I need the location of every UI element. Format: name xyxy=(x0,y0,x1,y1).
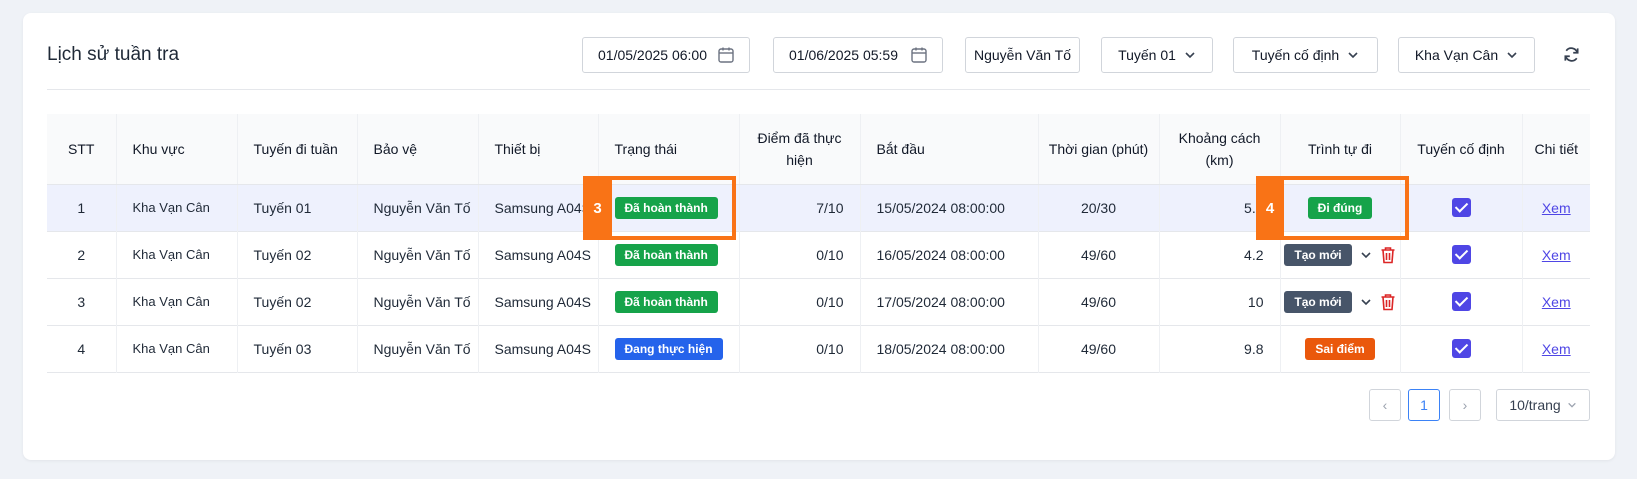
cell-start: 16/05/2024 08:00:00 xyxy=(860,231,1039,278)
header-area: Khu vực xyxy=(116,114,238,185)
sequence-badge[interactable]: Tạo mới xyxy=(1284,243,1352,266)
header-divider xyxy=(47,89,1590,90)
cell-distance: 10 xyxy=(1159,278,1281,325)
cell-points: 7/10 xyxy=(739,184,861,231)
cell-points: 0/10 xyxy=(739,278,861,325)
cell-device: Samsung A04S xyxy=(478,231,599,278)
cell-area: Kha Vạn Cân xyxy=(116,231,238,278)
annotation-label: 4 xyxy=(1256,176,1284,240)
cell-route: Tuyến 03 xyxy=(237,325,358,372)
header-fixed: Tuyến cố định xyxy=(1400,114,1523,185)
route-type-value: Tuyến cố định xyxy=(1251,47,1340,63)
refresh-icon[interactable] xyxy=(1562,45,1581,64)
detail-link[interactable]: Xem xyxy=(1542,200,1571,216)
header-detail: Chi tiết xyxy=(1522,114,1590,185)
cell-device: Samsung A04S xyxy=(478,325,599,372)
calendar-icon xyxy=(911,47,927,63)
cell-start: 15/05/2024 08:00:00 xyxy=(860,184,1039,231)
cell-area: Kha Vạn Cân xyxy=(116,325,238,372)
pagination-next-button[interactable]: › xyxy=(1449,389,1481,421)
trash-icon[interactable] xyxy=(1380,293,1396,311)
date-from-picker[interactable]: 01/05/2025 06:00 xyxy=(582,37,750,73)
cell-stt: 1 xyxy=(47,184,117,231)
guard-filter-value: Nguyễn Văn Tố xyxy=(973,47,1072,63)
pagination-prev-button[interactable]: ‹ xyxy=(1369,389,1401,421)
cell-area: Kha Vạn Cân xyxy=(116,184,238,231)
cell-route: Tuyến 02 xyxy=(237,231,358,278)
cell-area: Kha Vạn Cân xyxy=(116,278,238,325)
header-sequence: Trình tự đi xyxy=(1280,114,1401,185)
header-route: Tuyến đi tuần xyxy=(237,114,358,185)
route-dropdown-value: Tuyến 01 xyxy=(1118,47,1176,63)
cell-route: Tuyến 02 xyxy=(237,278,358,325)
route-dropdown[interactable]: Tuyến 01 xyxy=(1101,37,1213,73)
status-badge: Đã hoàn thành xyxy=(614,243,718,266)
date-to-picker[interactable]: 01/06/2025 05:59 xyxy=(773,37,943,73)
page-size-select[interactable]: 10/trang xyxy=(1496,389,1590,421)
cell-route: Tuyến 01 xyxy=(237,184,358,231)
page-title: Lịch sử tuần tra xyxy=(47,44,180,65)
cell-guard: Nguyễn Văn Tố xyxy=(357,184,479,231)
chevron-down-icon[interactable] xyxy=(1360,249,1372,261)
chevron-down-icon xyxy=(1567,402,1576,408)
header-time: Thời gian (phút) xyxy=(1038,114,1160,185)
cell-time: 20/30 xyxy=(1038,184,1160,231)
cell-guard: Nguyễn Văn Tố xyxy=(357,278,479,325)
route-type-dropdown[interactable]: Tuyến cố định xyxy=(1233,37,1378,73)
date-to-value: 01/06/2025 05:59 xyxy=(789,47,898,63)
table-row[interactable]: 4 Kha Vạn Cân Tuyến 03 Nguyễn Văn Tố Sam… xyxy=(47,325,1590,372)
fixed-route-checkbox[interactable] xyxy=(1451,245,1471,264)
cell-start: 17/05/2024 08:00:00 xyxy=(860,278,1039,325)
header-points: Điểm đã thực hiện xyxy=(739,114,861,185)
chevron-down-icon[interactable] xyxy=(1360,296,1372,308)
fixed-route-checkbox[interactable] xyxy=(1451,339,1471,358)
header-stt: STT xyxy=(47,114,117,185)
header-status: Trạng thái xyxy=(598,114,740,185)
cell-stt: 3 xyxy=(47,278,117,325)
cell-guard: Nguyễn Văn Tố xyxy=(357,325,479,372)
table-header-row: STT Khu vực Tuyến đi tuần Bảo vệ Thiết b… xyxy=(47,114,1590,185)
guard-filter[interactable]: Nguyễn Văn Tố xyxy=(965,37,1080,73)
cell-guard: Nguyễn Văn Tố xyxy=(357,231,479,278)
status-badge: Đang thực hiện xyxy=(614,337,723,360)
detail-link[interactable]: Xem xyxy=(1542,247,1571,263)
area-dropdown-value: Kha Vạn Cân xyxy=(1414,47,1499,63)
chevron-down-icon xyxy=(1348,52,1358,59)
fixed-route-checkbox[interactable] xyxy=(1451,198,1471,217)
detail-link[interactable]: Xem xyxy=(1542,341,1571,357)
cell-points: 0/10 xyxy=(739,231,861,278)
calendar-icon xyxy=(718,47,734,63)
status-badge: Đã hoàn thành xyxy=(614,290,718,313)
date-from-value: 01/05/2025 06:00 xyxy=(598,47,707,63)
patrol-table: STT Khu vực Tuyến đi tuần Bảo vệ Thiết b… xyxy=(47,114,1590,373)
cell-points: 0/10 xyxy=(739,325,861,372)
table-row[interactable]: 3 Kha Vạn Cân Tuyến 02 Nguyễn Văn Tố Sam… xyxy=(47,278,1590,325)
chevron-down-icon xyxy=(1507,52,1517,59)
page-size-value: 10/trang xyxy=(1509,397,1561,413)
cell-distance: 9.8 xyxy=(1159,325,1281,372)
header-guard: Bảo vệ xyxy=(357,114,479,185)
area-dropdown[interactable]: Kha Vạn Cân xyxy=(1398,37,1535,73)
annotation-label: 3 xyxy=(583,176,612,240)
cell-device: Samsung A04S xyxy=(478,184,599,231)
trash-icon[interactable] xyxy=(1380,246,1396,264)
sequence-badge: Sai điểm xyxy=(1305,337,1375,360)
cell-time: 49/60 xyxy=(1038,278,1160,325)
header-device: Thiết bị xyxy=(478,114,599,185)
cell-stt: 2 xyxy=(47,231,117,278)
chevron-down-icon xyxy=(1185,52,1195,59)
cell-time: 49/60 xyxy=(1038,231,1160,278)
cell-start: 18/05/2024 08:00:00 xyxy=(860,325,1039,372)
cell-device: Samsung A04S xyxy=(478,278,599,325)
fixed-route-checkbox[interactable] xyxy=(1451,292,1471,311)
cell-stt: 4 xyxy=(47,325,117,372)
detail-link[interactable]: Xem xyxy=(1542,294,1571,310)
header-distance: Khoảng cách (km) xyxy=(1159,114,1281,185)
pagination-page-1[interactable]: 1 xyxy=(1408,389,1440,421)
cell-time: 49/60 xyxy=(1038,325,1160,372)
sequence-badge[interactable]: Tạo mới xyxy=(1284,290,1352,313)
header-start: Bắt đầu xyxy=(860,114,1039,185)
